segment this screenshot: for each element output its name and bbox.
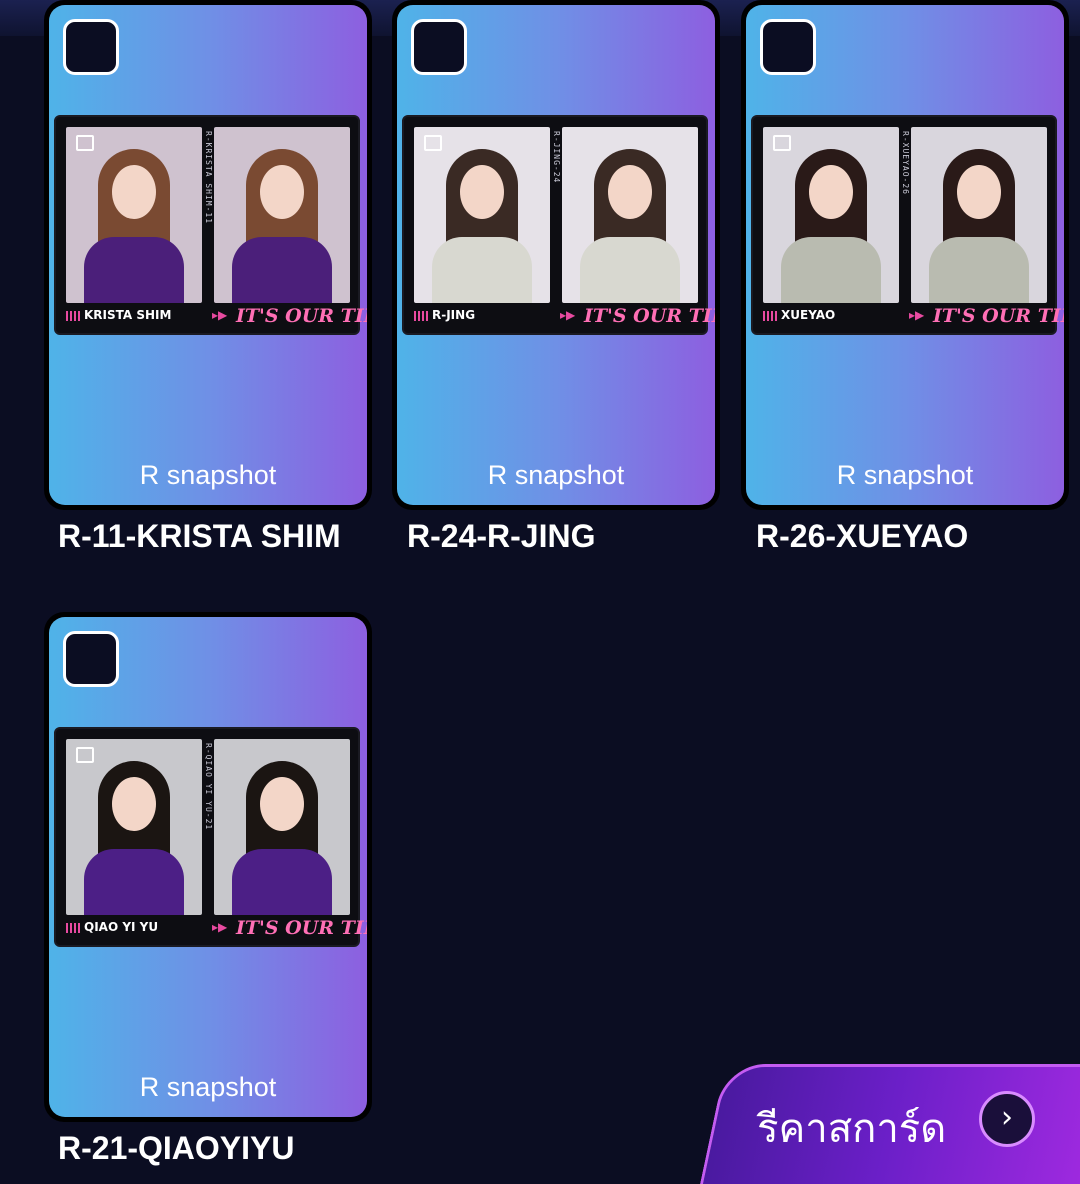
- recast-button-label: รีคาสการ์ด: [757, 1107, 947, 1151]
- photo-right: [214, 127, 350, 303]
- card-1[interactable]: R-JING-24 R-JING ▸▶ IT'S OUR TIME R snap…: [392, 0, 720, 510]
- select-checkbox[interactable]: [63, 631, 119, 687]
- member-tag: R-JING: [432, 308, 476, 322]
- card-name: R-24-R-JING: [407, 518, 596, 554]
- select-checkbox[interactable]: [63, 19, 119, 75]
- side-code: R-QIAO YI YU-21: [204, 743, 213, 831]
- photo-caption: QIAO YI YU ▸▶ IT'S OUR TIME: [66, 917, 367, 939]
- rarity-label: R snapshot: [836, 460, 974, 490]
- card-2[interactable]: R-XUEYAO-26 XUEYAO ▸▶ IT'S OUR TIME R sn…: [741, 0, 1069, 510]
- card-name: R-11-KRISTA SHIM: [58, 518, 341, 554]
- card-0[interactable]: R-KRISTA SHIM-11 KRISTA SHIM ▸▶ IT'S OUR…: [44, 0, 372, 510]
- photo-caption: XUEYAO ▸▶ IT'S OUR TIME: [763, 305, 1064, 327]
- recast-card-button[interactable]: รีคาสการ์ด ›: [735, 1064, 1080, 1172]
- member-tag: QIAO YI YU: [84, 920, 159, 934]
- card-name: R-21-QIAOYIYU: [58, 1130, 295, 1166]
- select-checkbox[interactable]: [411, 19, 467, 75]
- card-face: R-XUEYAO-26 XUEYAO ▸▶ IT'S OUR TIME R sn…: [746, 5, 1064, 505]
- rarity-label: R snapshot: [139, 1072, 277, 1102]
- select-checkbox[interactable]: [760, 19, 816, 75]
- photo-caption: KRISTA SHIM ▸▶ IT'S OUR TIME: [66, 305, 367, 327]
- photo-left: [414, 127, 550, 303]
- side-code: R-JING-24: [552, 131, 561, 184]
- play-arrows-icon: ▸▶: [909, 308, 925, 322]
- card-face: R-KRISTA SHIM-11 KRISTA SHIM ▸▶ IT'S OUR…: [49, 5, 367, 505]
- photocard-image: R-QIAO YI YU-21 QIAO YI YU ▸▶ IT'S OUR T…: [54, 727, 367, 947]
- side-code: R-XUEYAO-26: [901, 131, 910, 195]
- member-tag: KRISTA SHIM: [84, 308, 172, 322]
- photo-caption: R-JING ▸▶ IT'S OUR TIME: [414, 305, 715, 327]
- card-face: R-QIAO YI YU-21 QIAO YI YU ▸▶ IT'S OUR T…: [49, 617, 367, 1117]
- photo-left: [66, 739, 202, 915]
- slogan: IT'S OUR TIME: [236, 917, 367, 939]
- barcode-icon: [763, 311, 777, 321]
- play-arrows-icon: ▸▶: [560, 308, 576, 322]
- photo-left: [66, 127, 202, 303]
- brand-logo-icon: [76, 747, 94, 763]
- barcode-icon: [66, 311, 80, 321]
- chevron-right-icon: ›: [979, 1091, 1035, 1147]
- card-name: R-26-XUEYAO: [756, 518, 969, 554]
- photocard-image: R-KRISTA SHIM-11 KRISTA SHIM ▸▶ IT'S OUR…: [54, 115, 367, 335]
- brand-logo-icon: [76, 135, 94, 151]
- member-tag: XUEYAO: [781, 308, 836, 322]
- photo-right: [562, 127, 698, 303]
- play-arrows-icon: ▸▶: [212, 308, 228, 322]
- slogan: IT'S OUR TIME: [584, 305, 715, 327]
- rarity-label: R snapshot: [487, 460, 625, 490]
- photo-left: [763, 127, 899, 303]
- rarity-label: R snapshot: [139, 460, 277, 490]
- card-face: R-JING-24 R-JING ▸▶ IT'S OUR TIME R snap…: [397, 5, 715, 505]
- barcode-icon: [66, 923, 80, 933]
- photo-right: [214, 739, 350, 915]
- card-grid: R-KRISTA SHIM-11 KRISTA SHIM ▸▶ IT'S OUR…: [0, 0, 1080, 1172]
- slogan: IT'S OUR TIME: [236, 305, 367, 327]
- slogan: IT'S OUR TIME: [933, 305, 1064, 327]
- card-3[interactable]: R-QIAO YI YU-21 QIAO YI YU ▸▶ IT'S OUR T…: [44, 612, 372, 1122]
- play-arrows-icon: ▸▶: [212, 920, 228, 934]
- side-code: R-KRISTA SHIM-11: [204, 131, 213, 225]
- photocard-image: R-XUEYAO-26 XUEYAO ▸▶ IT'S OUR TIME: [751, 115, 1064, 335]
- barcode-icon: [414, 311, 428, 321]
- photo-right: [911, 127, 1047, 303]
- photocard-image: R-JING-24 R-JING ▸▶ IT'S OUR TIME: [402, 115, 715, 335]
- brand-logo-icon: [424, 135, 442, 151]
- brand-logo-icon: [773, 135, 791, 151]
